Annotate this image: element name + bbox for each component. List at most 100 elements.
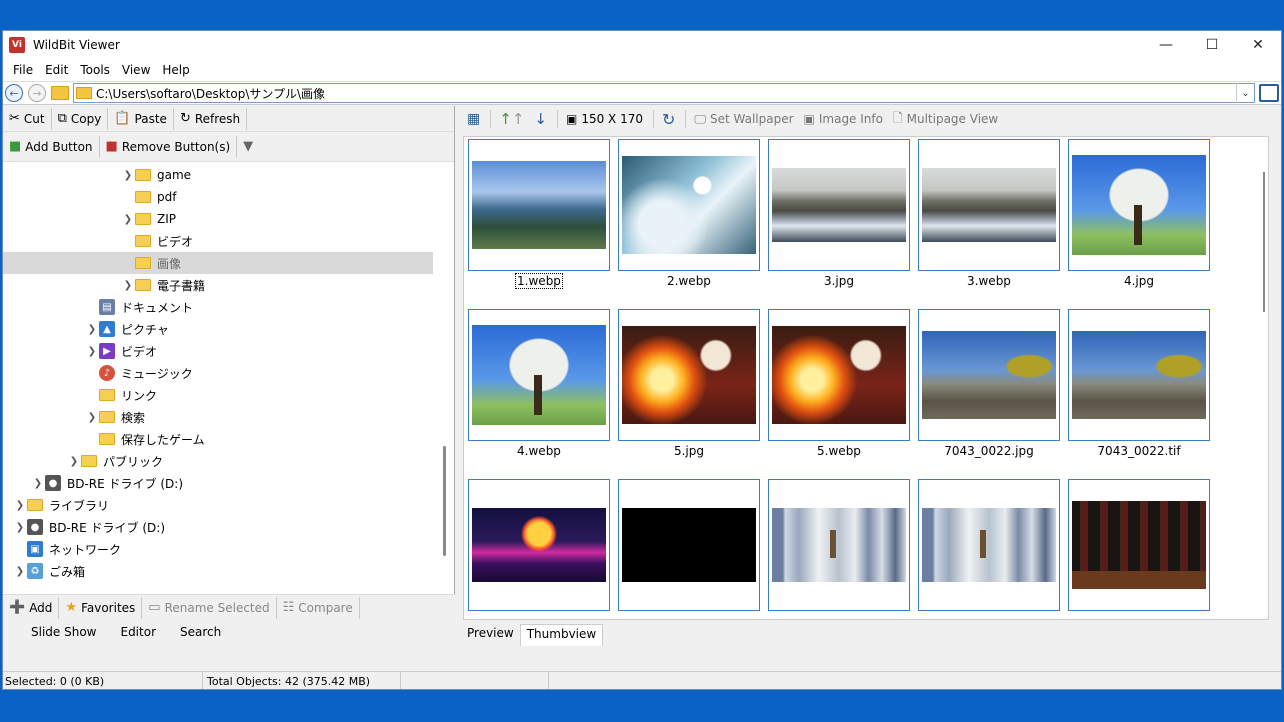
tree-item[interactable]: ❯ 電子書籍 xyxy=(3,274,433,296)
reload-button[interactable]: ↻ xyxy=(658,110,679,129)
menu-help[interactable]: Help xyxy=(156,63,195,77)
tree-scrollbar[interactable] xyxy=(443,446,446,556)
maximize-button[interactable]: ☐ xyxy=(1189,31,1235,59)
fit-window-icon[interactable] xyxy=(1259,84,1279,102)
menu-tools[interactable]: Tools xyxy=(74,63,116,77)
thumbnail[interactable] xyxy=(768,139,910,271)
tree-item[interactable]: ビデオ xyxy=(3,230,433,252)
tree-item-label: ビデオ xyxy=(121,344,158,359)
chevron-down-icon[interactable]: ⌄ xyxy=(1236,83,1254,103)
tree-item[interactable]: リンク xyxy=(3,384,433,406)
tree-item[interactable]: ♪ ミュージック xyxy=(3,362,433,384)
thumbnail[interactable] xyxy=(468,139,610,271)
chevron-right-icon[interactable]: ❯ xyxy=(121,170,135,181)
thumb-layout-button[interactable]: ▦ xyxy=(463,111,484,127)
tab-search[interactable]: Search xyxy=(168,625,233,639)
thumbnail-label[interactable]: 7043_0022.tif xyxy=(1068,444,1210,458)
thumbnail[interactable] xyxy=(468,309,610,441)
tree-item[interactable]: ❯ ♻ ごみ箱 xyxy=(3,560,433,582)
tree-item[interactable]: ❯ ● BD-RE ドライブ (D:) xyxy=(3,516,433,538)
tree-item[interactable]: ❯ game xyxy=(3,164,433,186)
path-field[interactable]: C:\Users\softaro\Desktop\サンプル\画像 ⌄ xyxy=(73,83,1255,103)
thumbnail-scrollbar[interactable] xyxy=(1263,172,1265,312)
minimize-button[interactable]: — xyxy=(1143,31,1189,59)
tree-item[interactable]: ▣ ネットワーク xyxy=(3,538,433,560)
thumbnail-label[interactable]: 3.jpg xyxy=(768,274,910,288)
thumbnail-label[interactable]: 7043_0022.jpg xyxy=(918,444,1060,458)
thumbnail-label[interactable]: 5.webp xyxy=(768,444,910,458)
chevron-right-icon[interactable]: ❯ xyxy=(13,566,27,577)
thumbnail-label[interactable]: 4.jpg xyxy=(1068,274,1210,288)
refresh-button[interactable]: ↻ Refresh xyxy=(174,107,248,130)
chevron-right-icon[interactable]: ❯ xyxy=(13,500,27,511)
thumb-size-label: 150 X 170 xyxy=(581,112,643,126)
tab-thumbview[interactable]: Thumbview xyxy=(519,624,604,646)
thumbnail-label[interactable]: 1.webp xyxy=(468,273,610,289)
thumbnail-label[interactable]: 5.jpg xyxy=(618,444,760,458)
close-button[interactable]: ✕ xyxy=(1235,31,1281,59)
multipage-view-button[interactable]: 🗋 Multipage View xyxy=(889,109,1002,130)
chevron-right-icon[interactable]: ❯ xyxy=(85,412,99,423)
tab-slide-show[interactable]: Slide Show xyxy=(19,625,108,639)
thumbnail-label[interactable]: 2.webp xyxy=(618,274,760,288)
tree-item[interactable]: ❯ ● BD-RE ドライブ (D:) xyxy=(3,472,433,494)
chevron-right-icon[interactable]: ❯ xyxy=(67,456,81,467)
tree-item[interactable]: ❯ ライブラリ xyxy=(3,494,433,516)
thumbnail[interactable] xyxy=(768,309,910,441)
tree-item[interactable]: ▤ ドキュメント xyxy=(3,296,433,318)
thumbnail[interactable] xyxy=(618,139,760,271)
set-wallpaper-button[interactable]: 🖵 Set Wallpaper xyxy=(690,112,797,127)
chevron-right-icon[interactable]: ❯ xyxy=(121,214,135,225)
tab-editor[interactable]: Editor xyxy=(108,625,168,639)
chevron-right-icon[interactable]: ❯ xyxy=(85,324,99,335)
thumb-size-button[interactable]: ▣ 150 X 170 xyxy=(562,112,647,126)
remove-button-button[interactable]: ■ Remove Button(s) xyxy=(100,135,238,158)
tree-item[interactable]: ❯ パブリック xyxy=(3,450,433,472)
paste-button[interactable]: 📋 Paste xyxy=(108,107,174,130)
up-folder-button[interactable] xyxy=(51,86,69,100)
menu-file[interactable]: File xyxy=(7,63,39,77)
thumbnail[interactable] xyxy=(618,309,760,441)
thumbnail[interactable] xyxy=(918,139,1060,271)
tree-item[interactable]: ❯ ZIP xyxy=(3,208,433,230)
thumbnail[interactable] xyxy=(468,479,610,611)
chevron-right-icon[interactable]: ❯ xyxy=(85,346,99,357)
cut-button[interactable]: ✂ Cut xyxy=(3,107,52,130)
thumbnail-label[interactable]: 4.webp xyxy=(468,444,610,458)
menu-edit[interactable]: Edit xyxy=(39,63,74,77)
favorites-button[interactable]: ★ Favorites xyxy=(59,596,143,619)
tree-item[interactable]: ❯ ▶ ビデオ xyxy=(3,340,433,362)
tree-item[interactable]: pdf xyxy=(3,186,433,208)
thumbnail[interactable] xyxy=(1068,309,1210,441)
thumbnail[interactable] xyxy=(768,479,910,611)
image-info-button[interactable]: ▣ Image Info xyxy=(800,112,887,126)
add-favorite-button[interactable]: ➕ Add xyxy=(3,596,60,619)
filter-icon: ▼ xyxy=(243,139,254,154)
menu-view[interactable]: View xyxy=(116,63,156,77)
thumbnail[interactable] xyxy=(1068,479,1210,611)
tree-item[interactable]: 保存したゲーム xyxy=(3,428,433,450)
tree-item-label: ビデオ xyxy=(157,234,194,249)
chevron-right-icon[interactable]: ❯ xyxy=(121,280,135,291)
tree-item[interactable]: ❯ ▲ ピクチャ xyxy=(3,318,433,340)
thumbnail[interactable] xyxy=(618,479,760,611)
tree-item-label: リンク xyxy=(121,388,158,403)
sort-descending-button[interactable]: ↓ xyxy=(530,110,551,128)
thumbnail-label[interactable]: 3.webp xyxy=(918,274,1060,288)
tree-item[interactable]: ❯ 検索 xyxy=(3,406,433,428)
tree-item[interactable]: 画像 xyxy=(3,252,433,274)
thumbnail[interactable] xyxy=(1068,139,1210,271)
compare-button[interactable]: ☷ Compare xyxy=(277,596,360,619)
filter-button[interactable]: ▼ xyxy=(237,136,263,158)
back-button[interactable]: ← xyxy=(5,84,23,102)
copy-button[interactable]: ⧉ Copy xyxy=(52,107,109,130)
sort-ascending-button[interactable]: ↑ ↑ xyxy=(495,110,528,128)
thumbnail[interactable] xyxy=(918,479,1060,611)
forward-button[interactable]: → xyxy=(28,84,46,102)
add-button-button[interactable]: ■ Add Button xyxy=(3,135,100,158)
chevron-right-icon[interactable]: ❯ xyxy=(13,522,27,533)
rename-selected-button[interactable]: ▭ Rename Selected xyxy=(142,596,277,619)
chevron-right-icon[interactable]: ❯ xyxy=(31,478,45,489)
tab-preview[interactable]: Preview xyxy=(461,624,520,646)
thumbnail[interactable] xyxy=(918,309,1060,441)
